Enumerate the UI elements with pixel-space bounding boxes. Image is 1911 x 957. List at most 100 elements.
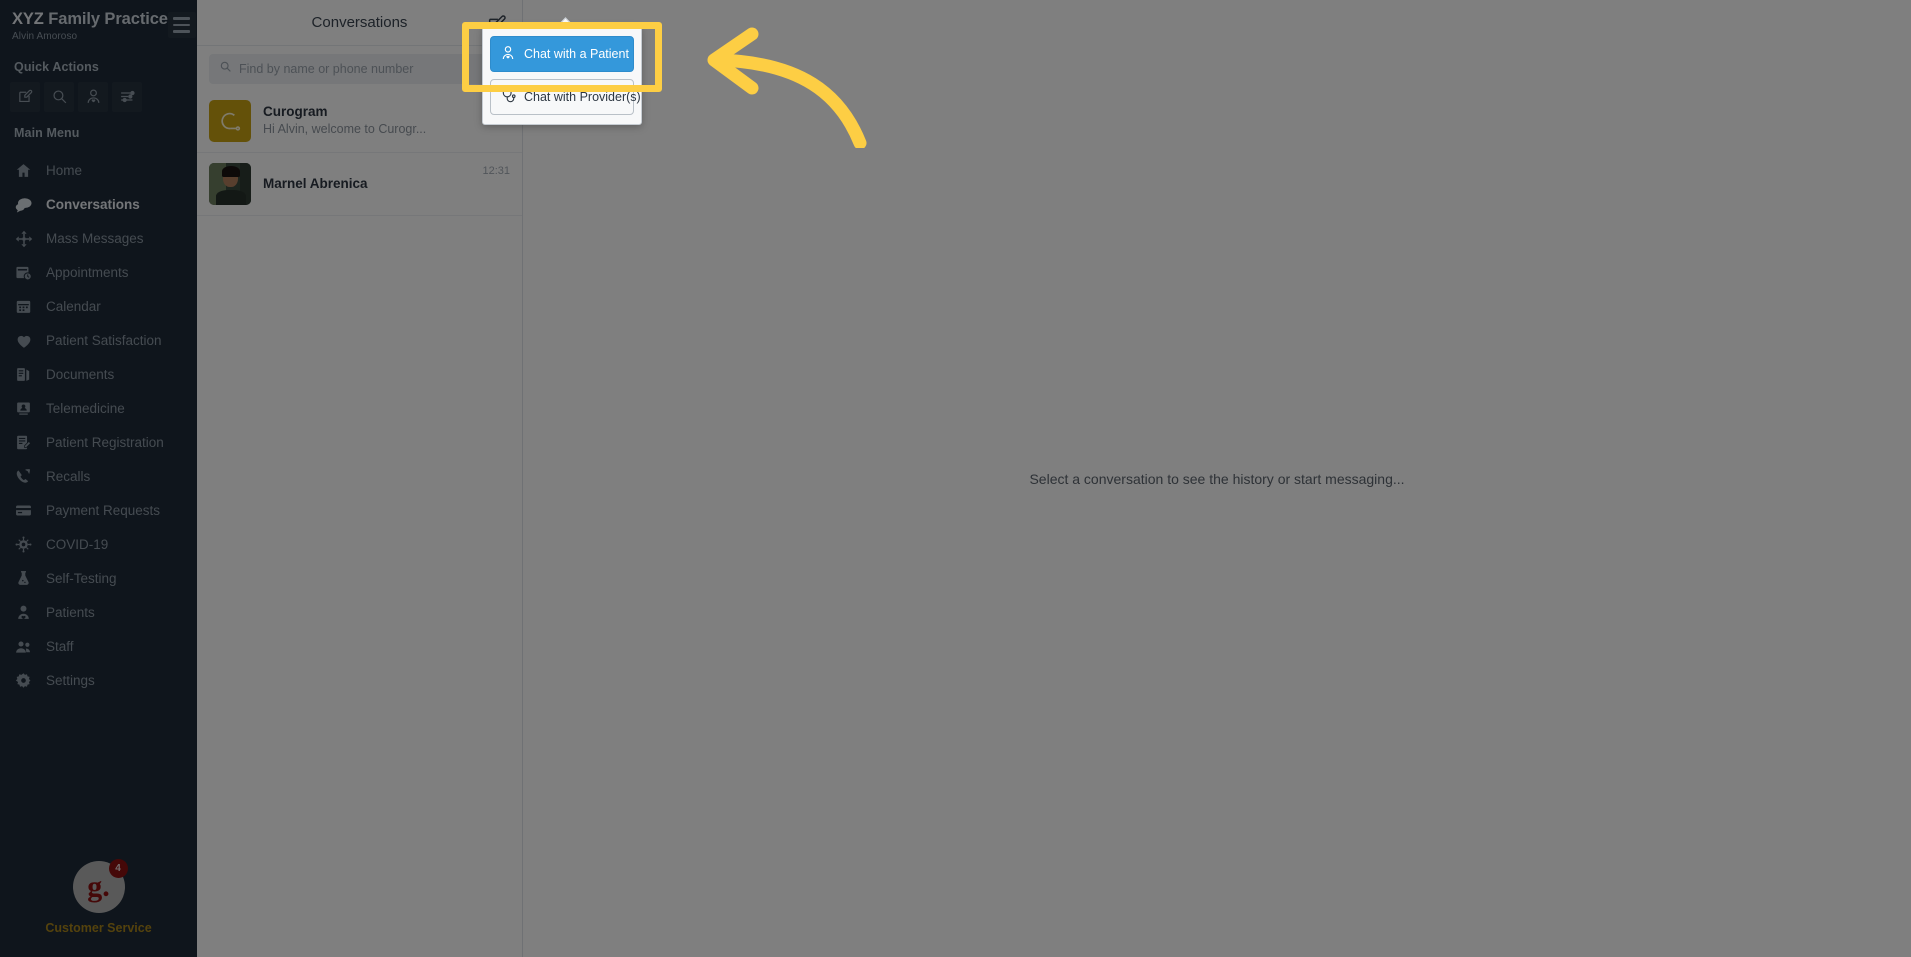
quick-actions-label: Quick Actions	[14, 59, 99, 74]
sidebar-item-documents[interactable]: Documents	[0, 358, 197, 392]
menu-item-chat-with-a-patient[interactable]: Chat with a Patient	[490, 36, 634, 72]
sidebar-item-label: Settings	[46, 673, 95, 689]
search-bar[interactable]	[209, 54, 510, 84]
form-pencil-icon	[14, 433, 33, 452]
sidebar-item-patient-registration[interactable]: Patient Registration	[0, 426, 197, 460]
sidebar: XYZ Family Practice Alvin Amoroso Quick …	[0, 0, 197, 957]
credit-card-icon	[14, 501, 33, 520]
sidebar-item-label: Patient Registration	[46, 435, 164, 451]
conversations-header: Conversations	[197, 0, 522, 46]
stethoscope-icon	[500, 88, 516, 107]
staff-group-icon	[14, 637, 33, 656]
sidebar-item-mass-messages[interactable]: Mass Messages	[0, 222, 197, 256]
sidebar-item-label: Mass Messages	[46, 231, 144, 247]
user-photo-avatar	[209, 163, 251, 205]
broadcast-arrows-icon	[14, 229, 33, 248]
sidebar-item-patients[interactable]: Patients	[0, 596, 197, 630]
customer-service-label: Customer Service	[45, 921, 152, 935]
conversation-time: 12:31	[482, 165, 510, 177]
sidebar-item-label: Patient Satisfaction	[46, 333, 162, 349]
sidebar-item-home[interactable]: Home	[0, 154, 197, 188]
telemedicine-icon	[14, 399, 33, 418]
compose-message-icon[interactable]	[10, 81, 40, 112]
sidebar-item-label: Payment Requests	[46, 503, 161, 519]
documents-icon	[14, 365, 33, 384]
hamburger-bar	[173, 30, 191, 33]
sidebar-item-label: Documents	[46, 367, 115, 383]
sidebar-item-label: Self-Testing	[46, 571, 117, 587]
sidebar-item-self-testing[interactable]: Self-Testing	[0, 562, 197, 596]
sidebar-item-staff[interactable]: Staff	[0, 630, 197, 664]
patient-icon	[14, 603, 33, 622]
virus-icon	[14, 535, 33, 554]
sidebar-item-label: Conversations	[46, 197, 140, 213]
quick-actions-row	[0, 81, 197, 112]
menu-item-label: Chat with a Patient	[524, 47, 629, 61]
sidebar-item-recalls[interactable]: Recalls	[0, 460, 197, 494]
sidebar-header: XYZ Family Practice Alvin Amoroso	[0, 0, 197, 46]
conversation-name: Marnel Abrenica	[263, 175, 368, 191]
hamburger-bar	[173, 23, 191, 27]
filter-sliders-icon[interactable]	[112, 81, 142, 112]
search-bar-wrap	[197, 46, 522, 90]
menu-item-chat-with-providers[interactable]: Chat with Provider(s)	[490, 79, 641, 115]
user-name: Alvin Amoroso	[12, 30, 78, 42]
calendar-icon	[14, 297, 33, 316]
gear-icon	[14, 671, 33, 690]
brand-primary: XYZ	[12, 10, 44, 28]
sidebar-item-label: Staff	[46, 639, 74, 655]
conversation-text: Curogram Hi Alvin, welcome to Curogr...	[263, 103, 498, 139]
chat-bubbles-icon	[14, 195, 33, 214]
avatar-body	[215, 189, 246, 205]
sidebar-item-covid-19[interactable]: COVID-19	[0, 528, 197, 562]
sidebar-item-label: COVID-19	[46, 537, 109, 553]
sidebar-item-conversations[interactable]: Conversations	[0, 188, 197, 222]
sidebar-item-label: Telemedicine	[46, 401, 125, 417]
curogram-logo-icon	[209, 100, 251, 142]
sidebar-item-patient-satisfaction[interactable]: Patient Satisfaction	[0, 324, 197, 358]
phone-refresh-icon	[14, 467, 33, 486]
brand-block: XYZ Family Practice Alvin Amoroso	[12, 10, 168, 42]
patient-icon	[500, 45, 516, 64]
conversations-panel: Conversations Find by name or phone numb…	[197, 0, 523, 957]
page-title: Conversations	[311, 14, 408, 31]
brand-rest: Family Practice	[43, 10, 168, 28]
customer-service-block[interactable]: g. 4 Customer Service	[0, 859, 197, 957]
main-content: Select a conversation to see the history…	[523, 0, 1911, 957]
sidebar-item-payment-requests[interactable]: Payment Requests	[0, 494, 197, 528]
sidebar-item-label: Home	[46, 163, 83, 179]
hamburger-bar	[173, 17, 191, 20]
sidebar-item-label: Calendar	[46, 299, 101, 315]
avatar	[209, 163, 251, 205]
conversation-text: Marnel Abrenica	[263, 175, 470, 193]
sidebar-item-label: Appointments	[46, 265, 129, 281]
notification-badge: 4	[108, 859, 128, 878]
main-menu: Home Conversations Mass Messages Appoint…	[0, 154, 197, 698]
calendar-clock-icon	[14, 263, 33, 282]
main-menu-label: Main Menu	[14, 125, 80, 140]
practice-title: XYZ Family Practice	[12, 10, 168, 29]
conversation-list-item-marnel-abrenica[interactable]: Marnel Abrenica 12:31	[197, 153, 522, 216]
hamburger-icon[interactable]	[167, 12, 196, 38]
sidebar-item-calendar[interactable]: Calendar	[0, 290, 197, 324]
customer-service-logo-wrap[interactable]: g. 4	[72, 859, 128, 913]
avatar-hair	[221, 166, 241, 178]
sidebar-item-appointments[interactable]: Appointments	[0, 256, 197, 290]
sidebar-item-label: Recalls	[46, 469, 91, 485]
conversation-list-item-curogram[interactable]: Curogram Hi Alvin, welcome to Curogr...	[197, 90, 522, 153]
heart-icon	[14, 331, 33, 350]
home-icon	[14, 161, 33, 180]
menu-item-label: Chat with Provider(s)	[524, 90, 641, 104]
search-icon[interactable]	[44, 81, 74, 112]
empty-state-message: Select a conversation to see the history…	[1029, 470, 1405, 487]
sidebar-item-label: Patients	[46, 605, 95, 621]
sidebar-item-telemedicine[interactable]: Telemedicine	[0, 392, 197, 426]
new-conversation-popup-menu: Chat with a Patient Chat with Provider(s…	[482, 26, 642, 125]
patient-icon[interactable]	[78, 81, 108, 112]
conversation-snippet: Hi Alvin, welcome to Curogr...	[263, 122, 427, 137]
app-root: XYZ Family Practice Alvin Amoroso Quick …	[0, 0, 1911, 957]
search-input[interactable]	[239, 62, 500, 76]
search-icon	[219, 60, 232, 78]
sidebar-item-settings[interactable]: Settings	[0, 664, 197, 698]
test-flask-icon	[14, 569, 33, 588]
